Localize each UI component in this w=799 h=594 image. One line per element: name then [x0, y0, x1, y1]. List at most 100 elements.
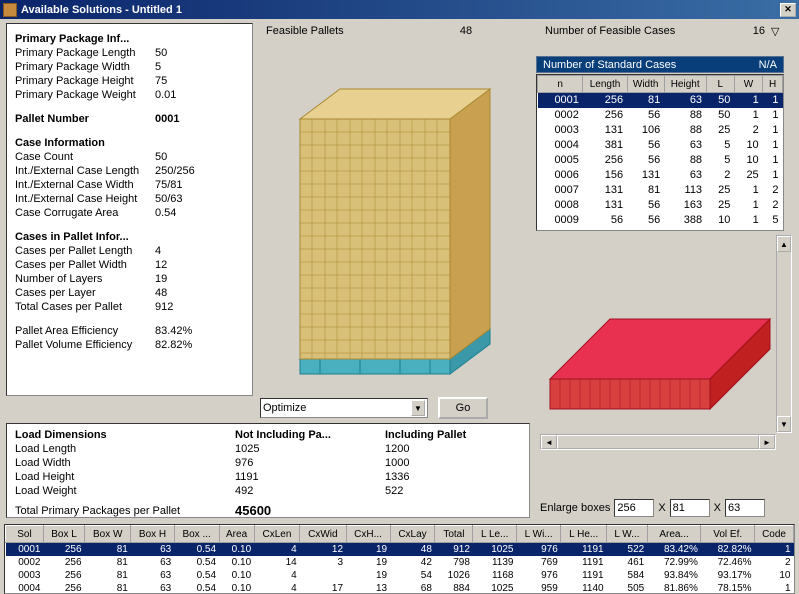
cell: 1025 — [473, 543, 517, 556]
cell: 3 — [300, 556, 346, 569]
cell: 0.54 — [174, 556, 219, 569]
column-header[interactable]: Code — [755, 526, 794, 543]
cell: 1 — [763, 153, 783, 168]
cell: 769 — [516, 556, 560, 569]
column-header[interactable]: L Wi... — [516, 526, 560, 543]
enlarge-height-input[interactable] — [725, 499, 765, 517]
column-header[interactable]: Height — [664, 76, 706, 93]
enlarge-length-input[interactable] — [614, 499, 654, 517]
column-header[interactable]: H — [763, 76, 783, 93]
column-header[interactable]: Box ... — [174, 526, 219, 543]
table-row[interactable]: 000525656885101 — [538, 153, 783, 168]
column-header[interactable]: CxLay — [390, 526, 435, 543]
scroll-down-icon[interactable]: ▼ — [777, 416, 791, 432]
info-value: 19 — [155, 272, 244, 286]
info-value: 83.42% — [155, 324, 244, 338]
column-header[interactable]: Box L — [43, 526, 84, 543]
total-packages-value: 45600 — [235, 504, 271, 518]
primary-pkg-title: Primary Package Inf... — [15, 32, 244, 46]
close-icon[interactable]: ✕ — [780, 3, 796, 17]
column-header[interactable]: Area — [219, 526, 254, 543]
info-value: 82.82% — [155, 338, 244, 352]
cell: 10 — [755, 569, 794, 582]
cell: 0.10 — [219, 582, 254, 594]
cases-table[interactable]: nLengthWidthHeightLWH0001256816350110002… — [536, 74, 784, 231]
cell: 0002 — [6, 556, 44, 569]
scroll-up-icon[interactable]: ▲ — [777, 236, 791, 252]
table-row[interactable]: 0003131106882521 — [538, 123, 783, 138]
info-label: Pallet Area Efficiency — [15, 324, 155, 338]
column-header[interactable]: L W... — [607, 526, 648, 543]
standard-cases-value: N/A — [759, 59, 777, 71]
cell: 1 — [755, 543, 794, 556]
column-header[interactable]: W — [734, 76, 762, 93]
column-header[interactable]: Length — [583, 76, 627, 93]
table-row[interactable]: 000225656885011 — [538, 108, 783, 123]
table-row[interactable]: 0008131561632512 — [538, 198, 783, 213]
cell: 50 — [706, 108, 734, 123]
table-row[interactable]: 000125681635011 — [538, 93, 783, 108]
chevron-down-icon[interactable]: ▼ — [411, 400, 425, 416]
cell: 0.10 — [219, 556, 254, 569]
column-header[interactable]: n — [538, 76, 583, 93]
cell: 912 — [435, 543, 473, 556]
titlebar[interactable]: Available Solutions - Untitled 1 ✕ — [0, 0, 799, 19]
column-header[interactable]: Total — [435, 526, 473, 543]
cell: 14 — [254, 556, 300, 569]
enlarge-width-input[interactable] — [670, 499, 710, 517]
load-value: 492 — [235, 484, 385, 498]
column-header[interactable]: CxLen — [254, 526, 300, 543]
solutions-table[interactable]: SolBox LBox WBox HBox ...AreaCxLenCxWidC… — [4, 524, 795, 594]
table-row[interactable]: 0007131811132512 — [538, 183, 783, 198]
cell: 56 — [627, 213, 664, 228]
column-header[interactable]: Area... — [647, 526, 701, 543]
pallet-number-value: 0001 — [155, 112, 244, 126]
cell: 884 — [435, 582, 473, 594]
cell: 976 — [516, 569, 560, 582]
column-header[interactable]: L — [706, 76, 734, 93]
dropdown-icon[interactable]: ▽ — [771, 25, 787, 38]
cell: 1139 — [473, 556, 517, 569]
cell: 81 — [627, 183, 664, 198]
vertical-scrollbar[interactable]: ▲ ▼ — [776, 235, 792, 433]
cell: 56 — [583, 213, 627, 228]
column-header[interactable]: CxWid — [300, 526, 346, 543]
table-row[interactable]: 000438156635101 — [538, 138, 783, 153]
table-row[interactable]: 000225681630.540.10143194279811397691191… — [6, 556, 794, 569]
column-header[interactable]: Sol — [6, 526, 44, 543]
horizontal-scrollbar[interactable]: ◄ ► — [540, 434, 776, 450]
table-row[interactable]: 000325681630.540.10419541026116897611915… — [6, 569, 794, 582]
column-header[interactable]: L Le... — [473, 526, 517, 543]
column-header[interactable]: Vol Ef. — [701, 526, 755, 543]
scroll-right-icon[interactable]: ► — [759, 435, 775, 449]
load-label: Load Height — [15, 470, 235, 484]
table-row[interactable]: 0006156131632251 — [538, 168, 783, 183]
load-label: Load Width — [15, 456, 235, 470]
cell: 19 — [346, 569, 390, 582]
column-header[interactable]: Box W — [85, 526, 131, 543]
cell: 156 — [583, 168, 627, 183]
scroll-left-icon[interactable]: ◄ — [541, 435, 557, 449]
cell: 256 — [583, 93, 627, 108]
optimize-combo[interactable]: Optimize ▼ — [260, 398, 428, 418]
table-row[interactable]: 000956563881015 — [538, 213, 783, 228]
table-row[interactable]: 000425681630.540.10417136888410259591140… — [6, 582, 794, 594]
info-label: Int./External Case Width — [15, 178, 155, 192]
info-value: 0.54 — [155, 206, 244, 220]
cell: 81 — [85, 556, 131, 569]
load-value: 1025 — [235, 442, 385, 456]
cell: 63 — [664, 168, 706, 183]
cell: 5 — [763, 213, 783, 228]
scroll-thumb[interactable] — [557, 435, 759, 449]
column-header[interactable]: CxH... — [346, 526, 390, 543]
cell: 88 — [664, 108, 706, 123]
column-header[interactable]: Box H — [131, 526, 174, 543]
cell: 0.54 — [174, 582, 219, 594]
table-row[interactable]: 000125681630.540.10412194891210259761191… — [6, 543, 794, 556]
column-header[interactable]: Width — [627, 76, 664, 93]
go-button[interactable]: Go — [438, 397, 488, 419]
column-header[interactable]: L He... — [561, 526, 607, 543]
cell: 63 — [664, 93, 706, 108]
cell: 25 — [706, 123, 734, 138]
info-label: Cases per Pallet Width — [15, 258, 155, 272]
